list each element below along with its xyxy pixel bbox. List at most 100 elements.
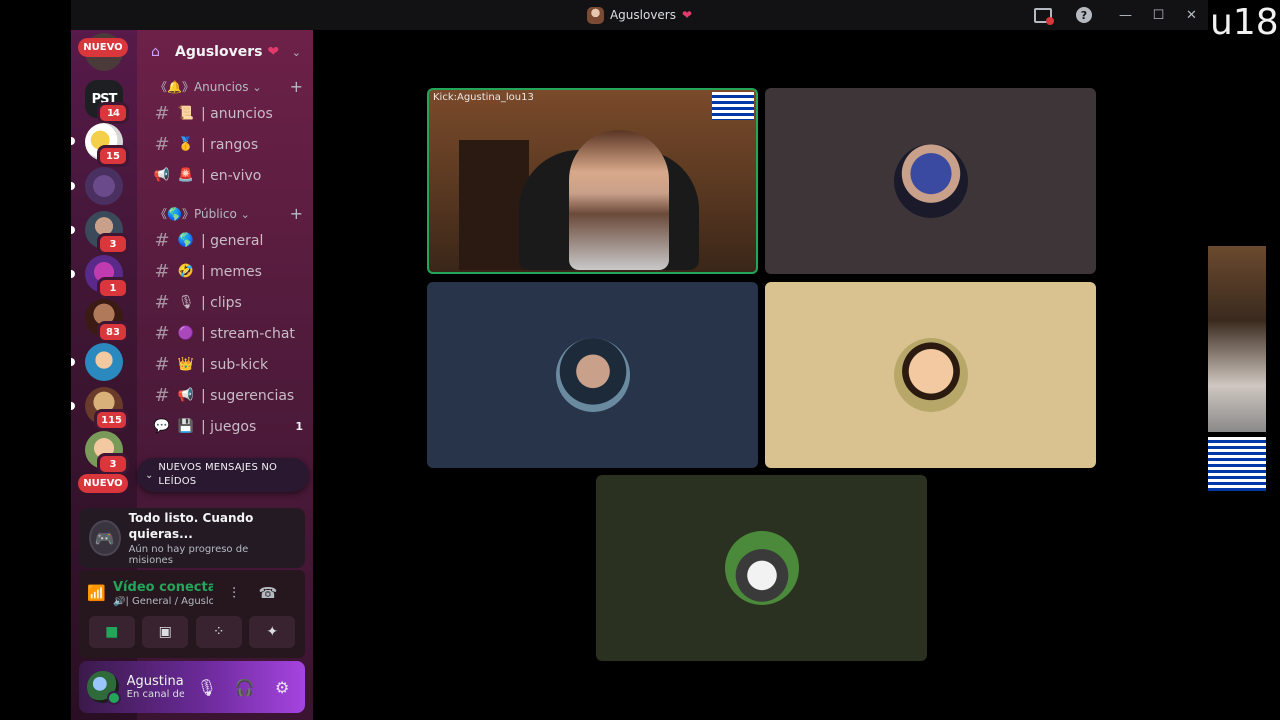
voice-channel-name: 🔊| General / Aguslovers (113, 595, 213, 607)
side-cam-preview (1208, 246, 1266, 432)
screen-share-button[interactable]: ▣ (142, 616, 189, 648)
microphone-icon[interactable]: 🎙 (192, 678, 222, 697)
channel-name: | juegos (201, 418, 257, 435)
add-channel-icon[interactable]: + (290, 77, 303, 96)
soundboard-button[interactable]: ✦ (249, 616, 296, 648)
video-stage: Kick:Agustina_lou13 (313, 30, 1208, 720)
minimize-button[interactable]: — (1109, 0, 1142, 30)
window-title-group: Aguslovers ❤ (586, 6, 693, 24)
text-channel-icon: # (154, 103, 170, 124)
chevron-down-icon: ⌄ (291, 45, 301, 59)
category-label: 《🌎》Público ⌄ (155, 205, 290, 222)
category-label-text: 《🌎》Público (155, 206, 237, 221)
user-name: Agustina (126, 674, 184, 689)
new-servers-pill[interactable]: NUEVO (78, 474, 128, 493)
cam-overlay-text: Kick:Agustina_lou13 (433, 92, 534, 103)
server-icon[interactable]: 1 (85, 255, 129, 299)
channel-en-vivo[interactable]: 📢 🚨 | en-vivo (137, 160, 313, 191)
video-tile-participant[interactable] (765, 88, 1096, 274)
quest-card[interactable]: 🎮 Todo listo. Cuando quieras... Aún no h… (79, 508, 305, 568)
unread-messages-banner[interactable]: ⌄ NUEVOS MENSAJES NO LEÍDOS (137, 458, 309, 492)
camera-button[interactable]: ■ (88, 616, 135, 648)
inbox-button[interactable] (1026, 0, 1059, 30)
channel-name: | clips (201, 294, 242, 311)
channel-name: | rangos (201, 136, 259, 153)
server-icon[interactable]: 115 (85, 387, 129, 431)
user-avatar[interactable] (87, 671, 121, 705)
server-pst[interactable]: PST 14 (85, 80, 129, 124)
gear-icon[interactable]: ⚙ (267, 678, 297, 697)
server-icon[interactable]: 15 (85, 123, 129, 167)
user-panel: Agustina En canal de voz 🎙 🎧 ⚙ (79, 661, 305, 713)
channel-clips[interactable]: # 🎙 | clips (137, 287, 313, 318)
category-label-text: 《🔔》Anuncios (155, 79, 249, 94)
channel-name: | sugerencias (201, 387, 295, 404)
category-publico[interactable]: 《🌎》Público ⌄ + (137, 201, 313, 225)
text-channel-icon: # (154, 134, 170, 155)
chevron-down-icon: ⌄ (252, 80, 262, 94)
chevron-down-icon: ⌄ (145, 469, 154, 481)
close-button[interactable]: ✕ (1175, 0, 1208, 30)
server-icon[interactable]: 83 (85, 299, 129, 343)
server-icon[interactable] (85, 167, 123, 205)
headphones-icon[interactable]: 🎧 (230, 678, 260, 697)
voice-status-row: 📶 Vídeo conectado 🔊| General / Aguslover… (79, 570, 305, 616)
voice-status-text[interactable]: Vídeo conectado 🔊| General / Aguslovers (113, 580, 213, 607)
activities-button[interactable]: ⁘ (195, 616, 242, 648)
video-tile-participant[interactable] (596, 475, 927, 661)
channel-rangos[interactable]: # 🥇 | rangos (137, 129, 313, 160)
channel-sugerencias[interactable]: # 📢 | sugerencias (137, 380, 313, 411)
uruguay-flag-icon (1208, 437, 1266, 491)
user-status: En canal de voz (126, 689, 184, 700)
disconnect-icon[interactable]: ☎ (255, 584, 281, 602)
quest-title: Todo listo. Cuando quieras... (128, 511, 254, 541)
forum-channel-icon: 💬 (153, 419, 171, 434)
server-badge: 15 (97, 145, 129, 167)
video-tile-participant[interactable] (427, 282, 758, 468)
minimize-icon: — (1119, 7, 1132, 23)
add-channel-icon[interactable]: + (290, 204, 303, 223)
category-anuncios[interactable]: 《🔔》Anuncios ⌄ + (137, 74, 313, 98)
signal-icon[interactable]: 📶 (87, 584, 106, 602)
video-tile-participant[interactable] (765, 282, 1096, 468)
announcement-channel-icon: 📢 (153, 168, 171, 183)
title-bar: Aguslovers ❤ ? — ☐ ✕ (71, 0, 1208, 30)
new-servers-pill[interactable]: NUEVO (78, 38, 128, 57)
discord-window: Aguslovers ❤ ? — ☐ ✕ NUEVO PST 14 15 3 1… (71, 0, 1208, 720)
video-tile-streamer[interactable]: Kick:Agustina_lou13 (427, 88, 758, 274)
unread-pill (71, 226, 75, 234)
channel-general[interactable]: # 🌎 | general (137, 225, 313, 256)
noise-suppression-icon[interactable]: ⫶ (221, 584, 247, 602)
server-icon[interactable]: 3 (85, 431, 129, 475)
channel-stream-chat[interactable]: # 🟣 | stream-chat (137, 318, 313, 349)
guild-home-icon: ⌂ (151, 44, 160, 60)
channel-emoji: 🚨 (177, 168, 195, 183)
text-channel-icon: # (154, 385, 170, 406)
user-info[interactable]: Agustina En canal de voz (127, 674, 184, 700)
quest-text: Todo listo. Cuando quieras... Aún no hay… (129, 510, 295, 566)
inbox-icon (1033, 7, 1054, 25)
guild-header[interactable]: ⌂ Aguslovers ❤ ⌄ (137, 30, 313, 74)
server-icon[interactable]: 3 (85, 211, 129, 255)
help-button[interactable]: ? (1059, 0, 1109, 30)
cam-person (569, 130, 669, 270)
channel-emoji: 🎙 (177, 295, 195, 310)
maximize-button[interactable]: ☐ (1142, 0, 1175, 30)
quest-subtitle: Aún no hay progreso de misiones (128, 544, 249, 566)
channel-sub-kick[interactable]: # 👑 | sub-kick (137, 349, 313, 380)
unread-banner-text: NUEVOS MENSAJES NO LEÍDOS (158, 462, 278, 487)
chevron-down-icon: ⌄ (240, 207, 250, 221)
heart-icon: ❤ (681, 8, 693, 22)
channel-name: | en-vivo (201, 167, 262, 184)
camera-icon: ■ (105, 624, 119, 640)
activities-icon: ⁘ (212, 624, 225, 640)
voice-connection-panel: 📶 Vídeo conectado 🔊| General / Aguslover… (79, 570, 305, 658)
participant-avatar (893, 144, 968, 218)
channel-juegos[interactable]: 💬 💾 | juegos 1 (137, 411, 313, 442)
server-icon[interactable] (85, 343, 123, 381)
channel-emoji: 👑 (177, 357, 195, 372)
unread-pill (71, 358, 75, 366)
channel-anuncios[interactable]: # 📜 | anuncios (137, 98, 313, 129)
channel-memes[interactable]: # 🤣 | memes (137, 256, 313, 287)
channel-name: | general (201, 232, 264, 249)
